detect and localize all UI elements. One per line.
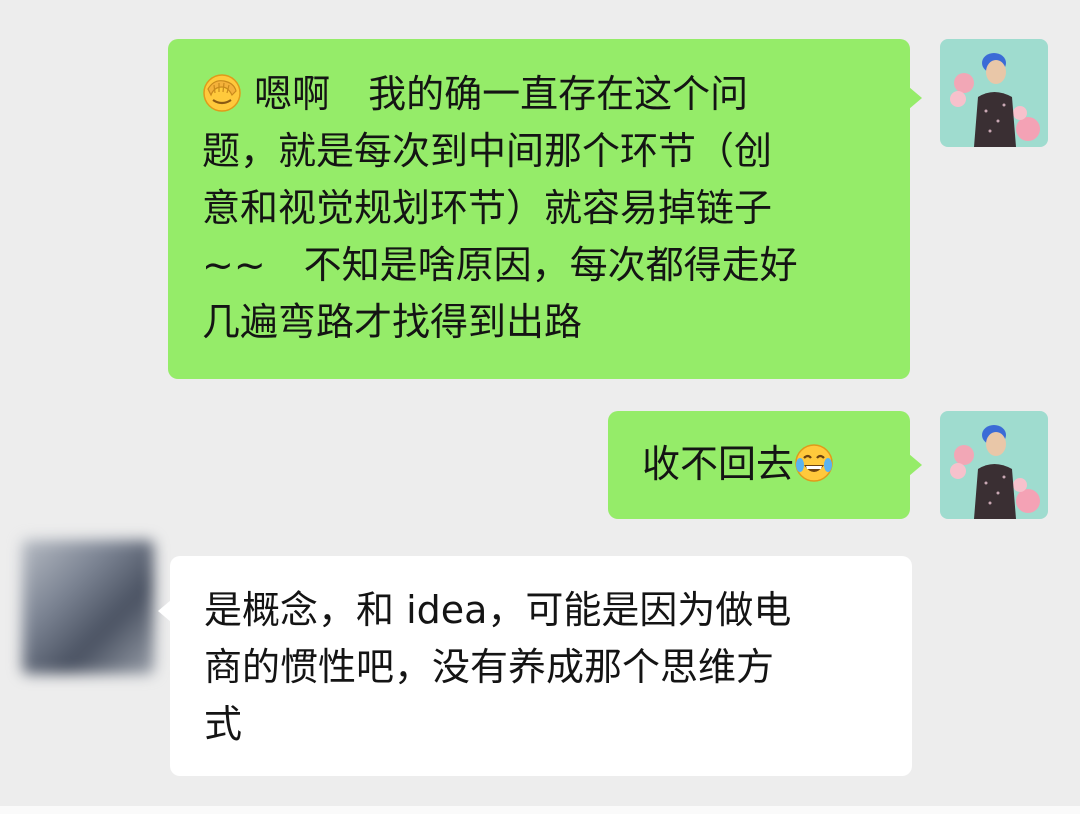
self-avatar[interactable] bbox=[940, 39, 1048, 147]
message-bubble-other[interactable]: 是概念，和 idea，可能是因为做电 商的惯性吧，没有养成那个思维方 式 bbox=[158, 556, 912, 776]
bubble-tail bbox=[909, 87, 922, 109]
message-line: 式 bbox=[204, 702, 243, 746]
message-line: 题，就是每次到中间那个环节（创 bbox=[202, 129, 773, 173]
message-line: ~~ 不知是啥原因，每次都得走好 bbox=[202, 243, 798, 287]
bottom-strip bbox=[0, 806, 1080, 814]
tears-of-joy-emoji bbox=[794, 443, 834, 483]
message-line: 意和视觉规划环节）就容易掉链子 bbox=[202, 186, 773, 230]
bubble-tail bbox=[158, 600, 171, 622]
bubble-tail bbox=[909, 454, 922, 476]
message-bubble-self[interactable]: 嗯啊 我的确一直存在这个问 题，就是每次到中间那个环节（创 意和视觉规划环节）就… bbox=[168, 39, 922, 379]
message-bubble-self[interactable]: 收不回去 bbox=[608, 411, 922, 519]
face-palm-emoji bbox=[202, 73, 242, 113]
message-line: 收不回去 bbox=[642, 436, 910, 493]
message-line: 几遍弯路才找得到出路 bbox=[202, 300, 583, 344]
message-line: 商的惯性吧，没有养成那个思维方 bbox=[204, 645, 775, 689]
message-line: 嗯啊 我的确一直存在这个问 bbox=[202, 66, 910, 123]
message-line: 是概念，和 idea，可能是因为做电 bbox=[204, 588, 792, 632]
contact-avatar[interactable] bbox=[22, 540, 154, 674]
self-avatar[interactable] bbox=[940, 411, 1048, 519]
